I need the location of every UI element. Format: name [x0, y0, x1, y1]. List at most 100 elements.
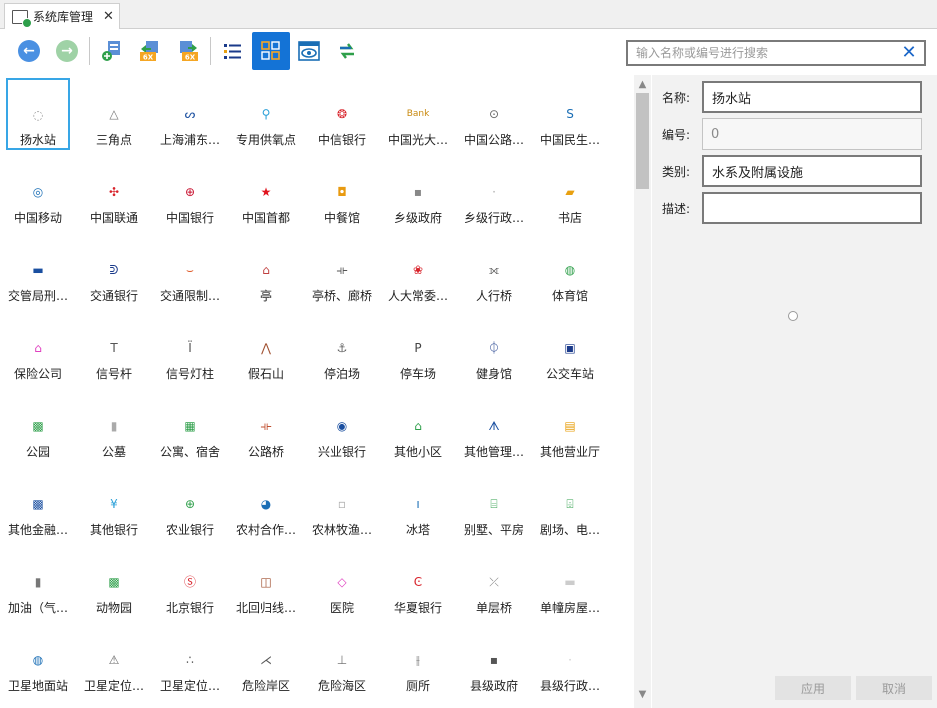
symbol-item[interactable]: ∴ 卫星定位… — [158, 624, 222, 696]
symbol-item[interactable]: Bank 中国光大… — [386, 78, 450, 150]
symbol-item[interactable]: ⚓ 停泊场 — [310, 312, 374, 384]
symbol-item[interactable]: ⌂ 其他小区 — [386, 390, 450, 462]
symbol-item[interactable]: ❀ 人大常委… — [386, 234, 450, 306]
symbol-item[interactable]: ▩ 其他金融… — [6, 468, 70, 540]
symbol-item[interactable]: Ͼ 华夏银行 — [386, 546, 450, 618]
symbol-item[interactable]: ı 冰塔 — [386, 468, 450, 540]
toolbar-separator — [210, 37, 211, 65]
description-field[interactable] — [702, 192, 922, 224]
symbol-item[interactable]: ⌂ 保险公司 — [6, 312, 70, 384]
tab-system-library[interactable]: 系统库管理 ✕ — [4, 3, 120, 29]
symbol-item[interactable]: ⚠ 卫星定位… — [82, 624, 146, 696]
symbol-item[interactable]: ★ 中国首都 — [234, 156, 298, 228]
apply-button[interactable]: 应用 — [775, 676, 851, 700]
symbol-item[interactable]: ◫ 北回归线… — [234, 546, 298, 618]
svg-text:6X: 6X — [185, 54, 196, 62]
symbol-icon: ★ — [260, 185, 272, 199]
list-view-button[interactable] — [214, 32, 252, 70]
name-label: 名称: — [662, 90, 691, 105]
symbol-icon: ⌸ — [490, 497, 498, 511]
symbol-item[interactable]: ⋀ 假石山 — [234, 312, 298, 384]
symbol-item[interactable]: ▪ 县级政府 — [462, 624, 526, 696]
back-button[interactable]: ← — [10, 32, 48, 70]
symbol-item[interactable]: △ 三角点 — [82, 78, 146, 150]
symbol-item[interactable]: ⫲ 厕所 — [386, 624, 450, 696]
symbol-item[interactable]: ▦ 公寓、宿舍 — [158, 390, 222, 462]
symbol-item[interactable]: ▩ 公园 — [6, 390, 70, 462]
symbol-item[interactable]: ⌣ 交通限制… — [158, 234, 222, 306]
symbol-item[interactable]: · 乡级行政… — [462, 156, 526, 228]
symbol-item[interactable]: ⏀ 健身馆 — [462, 312, 526, 384]
symbol-item[interactable]: ▬ 交管局刑… — [6, 234, 70, 306]
search-input[interactable] — [628, 42, 894, 64]
symbol-item[interactable]: ⤫ 单层桥 — [462, 546, 526, 618]
export-6x-button[interactable]: 6X — [131, 32, 169, 70]
symbol-item[interactable]: ⟗ 人行桥 — [462, 234, 526, 306]
symbol-item[interactable]: Ⓢ 北京银行 — [158, 546, 222, 618]
scrollbar-thumb[interactable] — [636, 93, 649, 189]
name-field[interactable]: 扬水站 — [702, 81, 922, 113]
symbol-icon: S — [566, 107, 574, 121]
symbol-item[interactable]: ᗑ 其他管理… — [462, 390, 526, 462]
icon-view-button[interactable] — [252, 32, 290, 70]
symbol-item[interactable]: ⋌ 危险岸区 — [234, 624, 298, 696]
symbol-item[interactable]: ▪ 乡级政府 — [386, 156, 450, 228]
symbol-item[interactable]: ⌂ 亭 — [234, 234, 298, 306]
symbol-icon: ⋌ — [260, 653, 272, 667]
symbol-item[interactable]: ◌ 扬水站 — [6, 78, 70, 150]
symbol-item[interactable]: ◍ 体育馆 — [538, 234, 602, 306]
symbol-item[interactable]: ◎ 中国移动 — [6, 156, 70, 228]
symbol-item[interactable]: ▬ 单幢房屋… — [538, 546, 602, 618]
category-field[interactable]: 水系及附属设施 — [702, 155, 922, 187]
symbol-label: 扬水站 — [19, 133, 56, 147]
symbol-item[interactable]: ⟛ 公路桥 — [234, 390, 298, 462]
symbol-item[interactable]: ⟛ 亭桥、廊桥 — [310, 234, 374, 306]
symbol-item[interactable]: ᕲ 交通银行 — [82, 234, 146, 306]
symbol-item[interactable]: ⚲ 专用供氧点 — [234, 78, 298, 150]
symbol-item[interactable]: ⌹ 剧场、电… — [538, 468, 602, 540]
import-6x-button[interactable]: 6X — [169, 32, 207, 70]
symbol-item[interactable]: ⊙ 中国公路… — [462, 78, 526, 150]
symbol-item[interactable]: S 中国民生… — [538, 78, 602, 150]
symbol-item[interactable]: ▮ 加油（气… — [6, 546, 70, 618]
symbol-item[interactable]: ⌸ 别墅、平房 — [462, 468, 526, 540]
symbol-item[interactable]: ◕ 农村合作… — [234, 468, 298, 540]
symbol-item[interactable]: ◇ 医院 — [310, 546, 374, 618]
import-button[interactable] — [93, 32, 131, 70]
refresh-button[interactable] — [328, 32, 366, 70]
forward-button[interactable]: → — [48, 32, 86, 70]
symbol-item[interactable]: ✣ 中国联通 — [82, 156, 146, 228]
symbol-item[interactable]: ▩ 动物园 — [82, 546, 146, 618]
symbol-item[interactable]: ▰ 书店 — [538, 156, 602, 228]
symbol-item[interactable]: ▣ 公交车站 — [538, 312, 602, 384]
symbol-item[interactable]: ❂ 中信银行 — [310, 78, 374, 150]
symbol-item[interactable]: ◍ 卫星地面站 — [6, 624, 70, 696]
symbol-item[interactable]: ⊕ 中国银行 — [158, 156, 222, 228]
clear-search-icon[interactable]: ✕ — [894, 42, 924, 64]
tab-close-icon[interactable]: ✕ — [103, 9, 114, 24]
symbol-item[interactable]: ▫ 农林牧渔… — [310, 468, 374, 540]
scroll-down-icon[interactable]: ▼ — [634, 687, 651, 702]
symbol-item[interactable]: ◘ 中餐馆 — [310, 156, 374, 228]
symbol-item[interactable]: ⊕ 农业银行 — [158, 468, 222, 540]
cancel-button[interactable]: 取消 — [856, 676, 932, 700]
symbol-item[interactable]: ⊥ 危险海区 — [310, 624, 374, 696]
grid-scrollbar[interactable]: ▲ ▼ — [634, 75, 651, 708]
symbol-item[interactable]: T 信号杆 — [82, 312, 146, 384]
symbol-item[interactable]: ▤ 其他营业厅 — [538, 390, 602, 462]
symbol-item[interactable]: ¥ 其他银行 — [82, 468, 146, 540]
symbol-item[interactable]: ▮ 公墓 — [82, 390, 146, 462]
scroll-up-icon[interactable]: ▲ — [634, 77, 651, 92]
symbol-item[interactable]: · 县级行政… — [538, 624, 602, 696]
symbol-icon: Ï — [188, 341, 192, 355]
symbol-icon: ▩ — [32, 419, 44, 433]
symbol-label: 公寓、宿舍 — [159, 445, 220, 459]
symbol-item[interactable]: Ï 信号灯柱 — [158, 312, 222, 384]
symbol-item[interactable]: P 停车场 — [386, 312, 450, 384]
symbol-item[interactable]: ᔕ 上海浦东… — [158, 78, 222, 150]
symbol-item[interactable]: ◉ 兴业银行 — [310, 390, 374, 462]
symbol-icon: ⟗ — [488, 263, 500, 277]
preview-button[interactable] — [290, 32, 328, 70]
symbol-icon: ¥ — [110, 497, 118, 511]
symbol-icon: ◍ — [564, 263, 576, 277]
